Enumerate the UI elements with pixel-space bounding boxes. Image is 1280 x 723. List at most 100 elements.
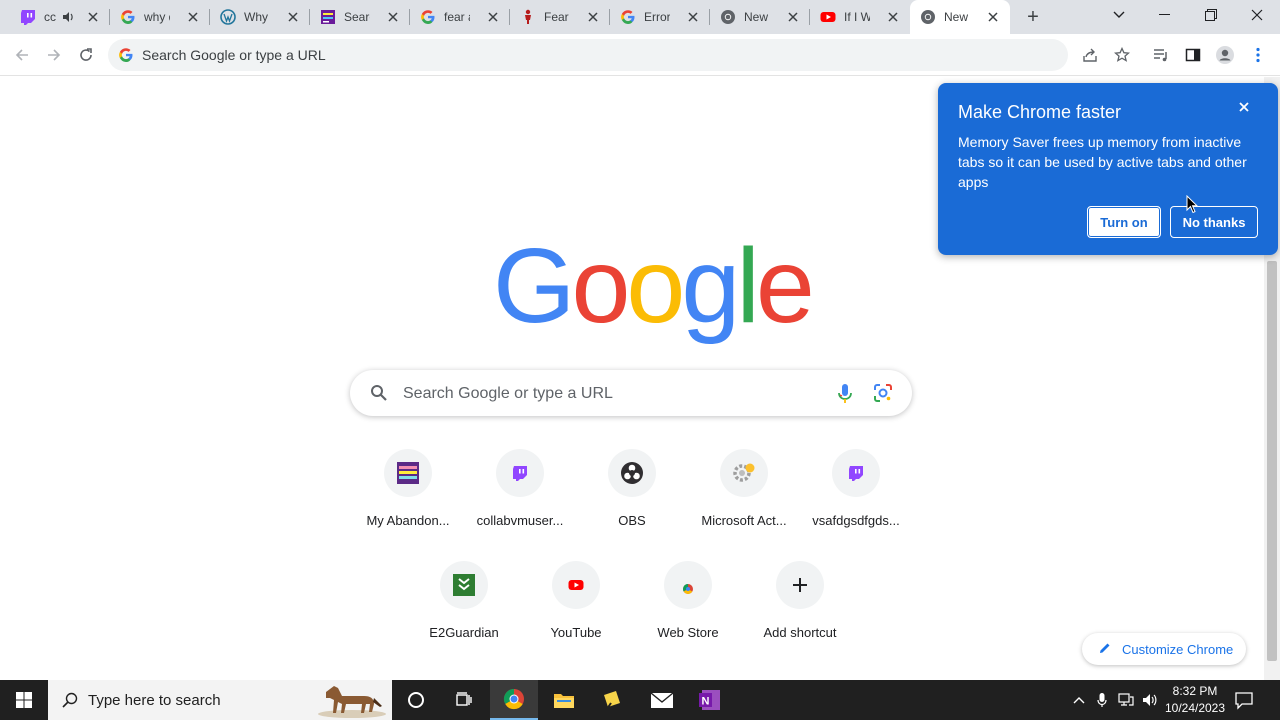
close-tab-icon[interactable] — [486, 10, 500, 24]
tab-3[interactable]: Why D — [210, 0, 310, 34]
shortcut-tile[interactable]: My Abandon... — [352, 449, 464, 549]
logo-letter: l — [736, 227, 759, 345]
omnibox[interactable]: Search Google or type a URL — [108, 39, 1068, 71]
tab-6[interactable]: Fear a — [510, 0, 610, 34]
network-tray-icon[interactable] — [1115, 690, 1137, 710]
tab-search-button[interactable] — [1096, 0, 1142, 30]
task-view-button[interactable] — [440, 680, 488, 720]
customize-chrome-label: Customize Chrome — [1122, 641, 1234, 657]
cortana-button[interactable] — [392, 680, 440, 720]
shortcut-label: vsafdgsdfgds... — [812, 513, 900, 528]
scrollbar-thumb[interactable] — [1267, 261, 1277, 661]
shortcut-label: Microsoft Act... — [701, 513, 787, 528]
close-icon — [1239, 102, 1249, 112]
menu-button[interactable] — [1247, 44, 1269, 66]
tab-9[interactable]: If I We — [810, 0, 910, 34]
tab-title: fear a — [444, 10, 470, 24]
google-icon — [118, 47, 134, 68]
shortcut-tile[interactable]: Microsoft Act... — [688, 449, 800, 549]
close-tab-icon[interactable] — [786, 10, 800, 24]
reload-button[interactable] — [72, 42, 100, 68]
bookmark-button[interactable] — [1111, 44, 1133, 66]
taskbar-mail[interactable] — [638, 680, 686, 720]
folder-icon — [554, 694, 574, 708]
show-hidden-icons-button[interactable] — [1068, 690, 1090, 710]
tab-title: Why D — [244, 10, 270, 24]
twitch-icon — [832, 449, 880, 497]
google-lens-icon[interactable] — [873, 383, 893, 408]
tab-1[interactable]: cc — [10, 0, 110, 34]
close-tab-icon[interactable] — [186, 10, 200, 24]
memory-saver-promo: Make Chrome faster Memory Saver frees up… — [938, 83, 1278, 255]
search-icon — [370, 384, 388, 407]
search-placeholder: Search Google or type a URL — [403, 385, 613, 402]
close-tab-icon[interactable] — [586, 10, 600, 24]
shortcut-label: YouTube — [550, 625, 602, 640]
turn-on-button[interactable]: Turn on — [1087, 206, 1161, 238]
shortcut-tile[interactable]: YouTube — [520, 561, 632, 661]
taskbar-file-explorer[interactable] — [540, 680, 588, 720]
back-button[interactable] — [8, 42, 36, 68]
restore-button[interactable] — [1188, 0, 1234, 30]
tab-title: why d — [144, 10, 170, 24]
tab-2[interactable]: why d — [110, 0, 210, 34]
volume-tray-icon[interactable] — [1139, 690, 1161, 710]
reload-icon — [80, 48, 92, 61]
microphone-icon — [1097, 693, 1107, 707]
close-window-button[interactable] — [1234, 0, 1280, 30]
tab-title: Searcl — [344, 10, 370, 24]
close-tab-icon[interactable] — [686, 10, 700, 24]
close-tab-icon[interactable] — [386, 10, 400, 24]
shortcut-tile[interactable]: E2Guardian — [408, 561, 520, 661]
clock-time: 8:32 PM — [1172, 684, 1218, 698]
share-button[interactable] — [1079, 44, 1101, 66]
media-controls-button[interactable] — [1150, 44, 1172, 66]
task-view-icon — [456, 692, 472, 706]
microphone-icon[interactable] — [837, 383, 853, 410]
search-box[interactable]: Search Google or type a URL — [350, 370, 912, 416]
forward-button[interactable] — [40, 42, 68, 68]
speaker-icon[interactable] — [62, 10, 76, 29]
tab-4[interactable]: Searcl — [310, 0, 410, 34]
network-icon — [1118, 693, 1134, 706]
shortcut-tile[interactable]: Web Store — [632, 561, 744, 661]
obs-icon — [608, 449, 656, 497]
tab-7[interactable]: Error - — [610, 0, 710, 34]
start-button[interactable] — [0, 680, 48, 720]
tab-10[interactable]: New T — [910, 0, 1010, 34]
close-tab-icon[interactable] — [286, 10, 300, 24]
close-tab-icon[interactable] — [86, 10, 100, 24]
taskbar-chrome[interactable] — [490, 680, 538, 720]
close-tab-icon[interactable] — [886, 10, 900, 24]
side-panel-button[interactable] — [1182, 44, 1204, 66]
minimize-button[interactable] — [1142, 0, 1188, 30]
taskbar-sticky-notes[interactable] — [588, 680, 636, 720]
chevron-down-icon — [1113, 11, 1125, 18]
plus-icon — [776, 561, 824, 609]
avatar-icon — [1216, 46, 1234, 64]
tab-5[interactable]: fear a — [410, 0, 510, 34]
shortcut-label: collabvmuser... — [476, 513, 564, 528]
close-tab-icon[interactable] — [986, 10, 1000, 24]
action-center-button[interactable] — [1234, 690, 1254, 715]
shortcut-tile[interactable]: Add shortcut — [744, 561, 856, 661]
no-thanks-button[interactable]: No thanks — [1170, 206, 1258, 238]
shortcut-tile[interactable]: collabvmuser... — [464, 449, 576, 549]
new-tab-button[interactable]: + — [1021, 6, 1045, 28]
tab-strip: cc why d Why D Searcl fear a Fear a Error - New… — [0, 0, 1280, 34]
logo-letter: e — [755, 227, 815, 345]
twitch-icon — [20, 9, 36, 25]
profile-button[interactable] — [1214, 44, 1236, 66]
shortcut-tile[interactable]: vsafdgsdfgds... — [800, 449, 912, 549]
arrow-left-icon — [15, 49, 28, 61]
tab-8[interactable]: New T — [710, 0, 810, 34]
promo-close-button[interactable] — [1238, 100, 1250, 118]
close-icon — [1251, 9, 1263, 21]
shortcut-tile[interactable]: OBS — [576, 449, 688, 549]
customize-chrome-button[interactable]: Customize Chrome — [1082, 633, 1246, 665]
taskbar-onenote[interactable]: N — [686, 680, 734, 720]
shortcut-label: E2Guardian — [429, 625, 499, 640]
taskbar-clock[interactable]: 8:32 PM 10/24/2023 — [1160, 683, 1230, 717]
microphone-tray-icon[interactable] — [1091, 690, 1113, 710]
taskbar-search[interactable]: Type here to search — [48, 680, 392, 720]
